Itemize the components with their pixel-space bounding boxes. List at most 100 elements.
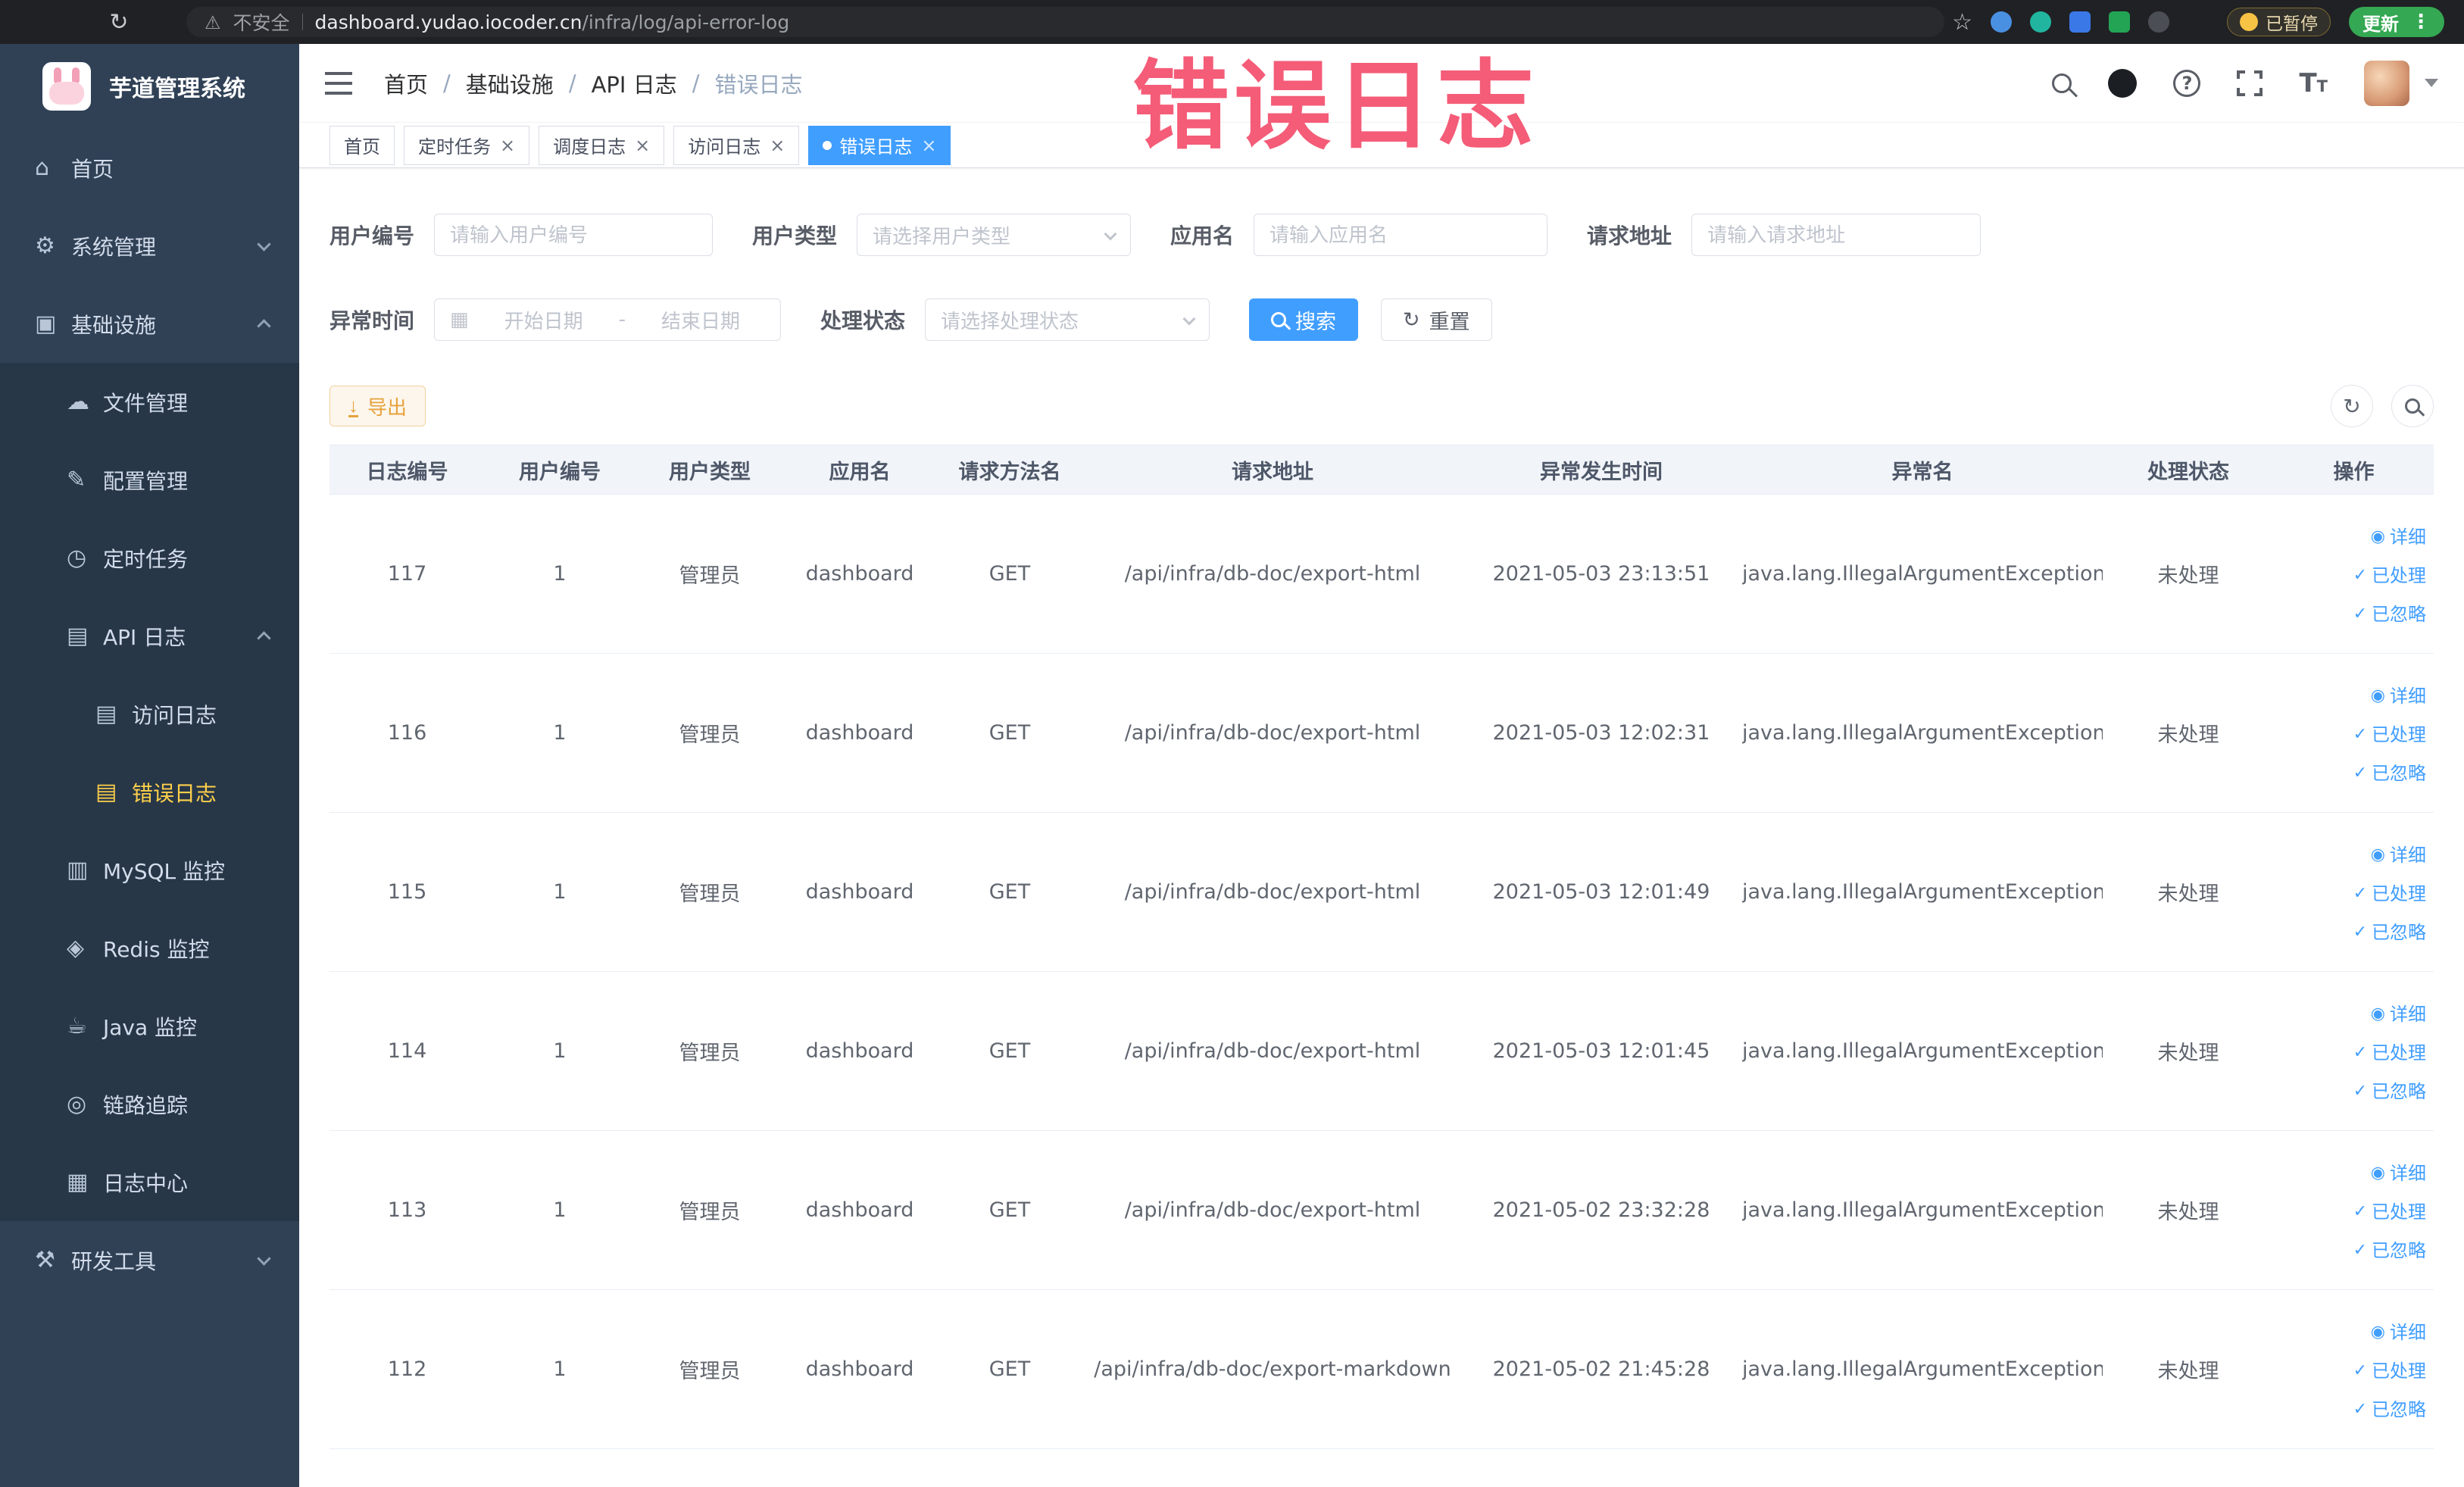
check-icon bbox=[2353, 920, 2367, 942]
request-url-input[interactable] bbox=[1691, 214, 1982, 256]
detail-link[interactable]: 详细 bbox=[2371, 840, 2426, 867]
fullscreen-icon[interactable] bbox=[2235, 68, 2265, 98]
action-link[interactable]: 已处理 bbox=[2353, 561, 2426, 587]
breadcrumb-item[interactable]: 首页 bbox=[384, 67, 428, 99]
table-cell: 未处理 bbox=[2157, 883, 2219, 906]
date-range-picker[interactable]: 开始日期 - 结束日期 bbox=[434, 298, 782, 341]
extension-icon[interactable] bbox=[1991, 11, 2012, 33]
tab-active[interactable]: 错误日志 × bbox=[808, 125, 951, 165]
action-link[interactable]: 已处理 bbox=[2353, 1038, 2426, 1064]
action-link[interactable]: 已忽略 bbox=[2353, 1076, 2426, 1103]
action-label: 已忽略 bbox=[2372, 1399, 2426, 1420]
profile-paused-badge[interactable]: 已暂停 bbox=[2227, 8, 2331, 36]
tab-item[interactable]: 访问日志 × bbox=[673, 125, 800, 165]
action-link[interactable]: 已忽略 bbox=[2353, 599, 2426, 626]
search-button[interactable]: 搜索 bbox=[1249, 298, 1359, 341]
close-icon[interactable]: × bbox=[500, 136, 515, 155]
sidebar-toggle-icon[interactable] bbox=[325, 71, 352, 95]
extension-icon[interactable] bbox=[2188, 11, 2209, 33]
action-link[interactable]: 已忽略 bbox=[2353, 1395, 2426, 1421]
action-link[interactable]: 已处理 bbox=[2353, 1356, 2426, 1382]
close-icon[interactable]: × bbox=[635, 136, 650, 155]
search-icon[interactable] bbox=[2052, 73, 2072, 93]
sidebar-item[interactable]: 文件管理 bbox=[0, 363, 299, 441]
sidebar-item[interactable]: Java 监控 bbox=[0, 987, 299, 1065]
action-link[interactable]: 已忽略 bbox=[2353, 1236, 2426, 1262]
sidebar-item[interactable]: 错误日志 bbox=[0, 753, 299, 831]
sidebar-item[interactable]: 首页 bbox=[0, 129, 299, 207]
avatar[interactable] bbox=[2364, 60, 2409, 106]
detail-link[interactable]: 详细 bbox=[2371, 1158, 2426, 1185]
check-icon bbox=[2353, 723, 2367, 744]
detail-link[interactable]: 详细 bbox=[2371, 1317, 2426, 1344]
app-logo[interactable]: 芋道管理系统 bbox=[0, 44, 299, 129]
close-icon[interactable]: × bbox=[770, 136, 785, 155]
tab-item[interactable]: 调度日志 × bbox=[539, 125, 665, 165]
extension-icon[interactable] bbox=[2069, 11, 2091, 33]
table-cell: 2021-05-02 21:45:28 bbox=[1492, 1357, 1710, 1381]
tab-item[interactable]: 首页 bbox=[329, 125, 395, 165]
detail-link[interactable]: 详细 bbox=[2371, 999, 2426, 1026]
avatar-caret-icon[interactable] bbox=[2425, 79, 2438, 87]
forward-icon[interactable] bbox=[59, 5, 94, 39]
action-link[interactable]: 已忽略 bbox=[2353, 917, 2426, 944]
sidebar-item[interactable]: MySQL 监控 bbox=[0, 831, 299, 909]
tab-label: 错误日志 bbox=[839, 136, 913, 158]
page-content: 用户编号 用户类型 请选择用户类型 应用名 请求地址 异常时间 bbox=[299, 214, 2464, 1449]
sidebar-item-label: 访问日志 bbox=[132, 702, 217, 728]
app-name-input[interactable] bbox=[1254, 214, 1548, 256]
eye-icon bbox=[2371, 1002, 2385, 1023]
breadcrumb: 首页 / 基础设施 / API 日志 / 错误日志 bbox=[384, 67, 803, 99]
tab-item[interactable]: 定时任务 × bbox=[404, 125, 530, 165]
star-icon[interactable] bbox=[1952, 9, 1972, 36]
action-link[interactable]: 已处理 bbox=[2353, 879, 2426, 905]
sidebar-item[interactable]: 链路追踪 bbox=[0, 1065, 299, 1143]
extension-icon[interactable] bbox=[2148, 11, 2169, 33]
font-size-icon[interactable] bbox=[2299, 68, 2328, 98]
export-button[interactable]: 导出 bbox=[329, 386, 426, 426]
extension-icon[interactable] bbox=[2030, 11, 2051, 33]
github-icon[interactable] bbox=[2108, 68, 2138, 98]
update-kebab-icon[interactable] bbox=[2411, 11, 2431, 33]
sidebar-item[interactable]: 基础设施 bbox=[0, 285, 299, 363]
browser-home-icon[interactable] bbox=[144, 5, 179, 39]
back-icon[interactable] bbox=[17, 5, 52, 39]
detail-link[interactable]: 详细 bbox=[2371, 681, 2426, 708]
refresh-button[interactable] bbox=[2331, 385, 2373, 427]
action-link[interactable]: 已处理 bbox=[2353, 1197, 2426, 1223]
action-link[interactable]: 已处理 bbox=[2353, 720, 2426, 746]
reset-button[interactable]: 重置 bbox=[1381, 298, 1492, 341]
sidebar-item[interactable]: 配置管理 bbox=[0, 441, 299, 519]
table-cell: 1 bbox=[553, 562, 567, 586]
table-row: 117 1 管理员 dashboard GET/api/infra/db-doc/exp… bbox=[329, 495, 2434, 654]
search-toggle-button[interactable] bbox=[2391, 385, 2434, 427]
sidebar-item[interactable]: 系统管理 bbox=[0, 207, 299, 285]
process-status-select[interactable]: 请选择处理状态 bbox=[925, 298, 1210, 341]
sidebar-item[interactable]: API 日志 bbox=[0, 597, 299, 675]
breadcrumb-item[interactable]: API 日志 bbox=[592, 67, 677, 99]
help-icon[interactable]: ? bbox=[2173, 69, 2201, 97]
reload-icon[interactable] bbox=[101, 5, 136, 39]
browser-update-button[interactable]: 更新 bbox=[2349, 7, 2444, 37]
sidebar-item-label: Redis 监控 bbox=[103, 936, 210, 962]
action-label: 已处理 bbox=[2372, 1042, 2426, 1064]
main-area: 首页/基础设施/API 日志/错误日志 ? 首页定时任务×调度日志×访问日志×错… bbox=[299, 44, 2464, 1487]
refresh-icon bbox=[109, 9, 128, 36]
sidebar-item[interactable]: 定时任务 bbox=[0, 519, 299, 597]
paused-label: 已暂停 bbox=[2266, 14, 2318, 34]
action-link[interactable]: 已忽略 bbox=[2353, 758, 2426, 785]
sidebar-item[interactable]: Redis 监控 bbox=[0, 909, 299, 987]
user-id-input[interactable] bbox=[434, 214, 714, 256]
extension-icon[interactable] bbox=[2109, 11, 2130, 33]
breadcrumb-item[interactable]: 基础设施 bbox=[466, 67, 554, 99]
url-host: dashboard.yudao.iocoder.cn bbox=[314, 11, 582, 33]
user-type-select[interactable]: 请选择用户类型 bbox=[857, 214, 1132, 256]
detail-link[interactable]: 详细 bbox=[2371, 522, 2426, 548]
sidebar-item[interactable]: 研发工具 bbox=[0, 1221, 299, 1299]
sidebar-item[interactable]: 日志中心 bbox=[0, 1143, 299, 1221]
action-label: 已处理 bbox=[2372, 724, 2426, 745]
close-icon[interactable]: × bbox=[921, 136, 936, 155]
action-label: 详细 bbox=[2390, 526, 2426, 548]
sidebar-item[interactable]: 访问日志 bbox=[0, 675, 299, 753]
address-bar[interactable]: 不安全 dashboard.yudao.iocoder.cn/infra/log… bbox=[186, 7, 1945, 37]
